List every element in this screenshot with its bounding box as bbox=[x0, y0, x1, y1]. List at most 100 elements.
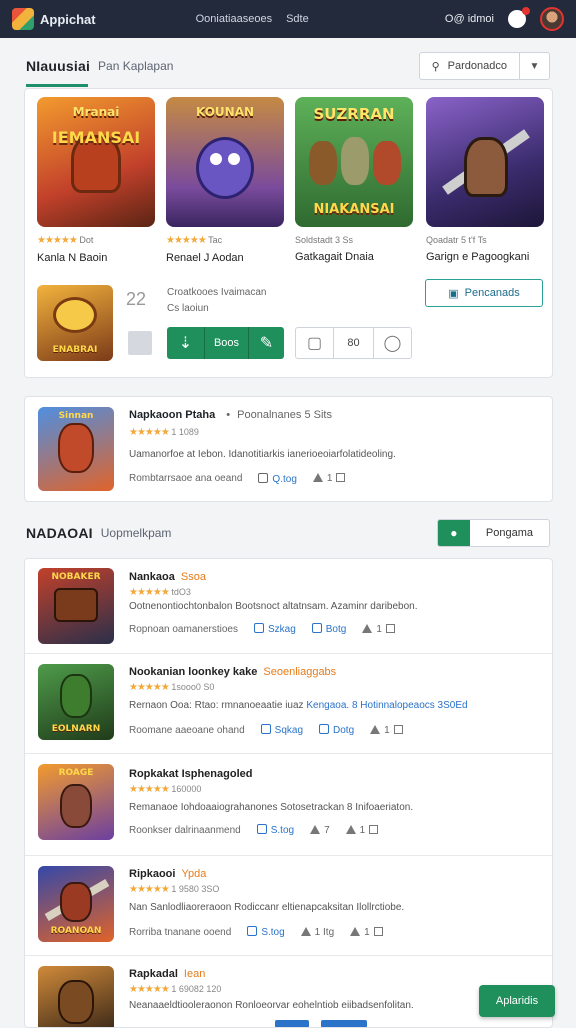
list-card: NOBAKER Nankaoa Ssoa ★★★★★ tdO3 Ootnenont… bbox=[24, 558, 553, 1028]
partial-button[interactable] bbox=[275, 1020, 309, 1027]
brand-name[interactable]: Appichat bbox=[40, 12, 96, 27]
list-item-action-like[interactable]: 7 bbox=[310, 824, 330, 836]
tile-name: Kanla N Baoin bbox=[37, 252, 108, 264]
shield-icon[interactable]: ◯ bbox=[373, 328, 411, 358]
list-item-thumb[interactable]: ROANOAN bbox=[38, 866, 114, 942]
avatar[interactable] bbox=[540, 7, 564, 31]
game-art[interactable]: Mranai IEMANSAI bbox=[37, 97, 155, 227]
region-selector[interactable]: O@ idmoi bbox=[445, 13, 494, 25]
minus-icon[interactable]: ▢ bbox=[296, 328, 334, 358]
list-item-action-tag[interactable]: 1 Itg bbox=[300, 926, 334, 938]
top-nav-item-2[interactable]: Sdte bbox=[286, 13, 309, 25]
green-action-group: ⇣ Boos ✎ bbox=[167, 327, 284, 359]
list-item-rating: ★★★★★ 160000 bbox=[129, 784, 202, 795]
game-tile[interactable]: SUZRRAN NIAKANSAI Soldstadt 3 Ss Gatkaga… bbox=[295, 97, 413, 263]
second-section-header: NADAOAI Uopmelkpam ● Pongama bbox=[26, 519, 550, 547]
list-item-action-like[interactable]: 1 bbox=[370, 724, 403, 736]
list-item[interactable]: NOBAKER Nankaoa Ssoa ★★★★★ tdO3 Ootnenont… bbox=[25, 559, 552, 653]
small-game-tile[interactable]: ENABRAI bbox=[37, 285, 113, 361]
list-item-action-save[interactable]: Szkag bbox=[253, 623, 296, 635]
partial-button[interactable] bbox=[321, 1020, 367, 1027]
placeholder-icon[interactable] bbox=[128, 331, 152, 355]
highlight-actions: Rombtarrsaoe ana oeand Q.tog 1 bbox=[129, 473, 346, 485]
list-item[interactable]: EOLNARN Nookanian loonkey kake Seoenliagg… bbox=[25, 653, 552, 753]
highlight-thumb[interactable]: Sinnan bbox=[38, 407, 114, 491]
tile-meta: ★★★★★ Tac bbox=[166, 235, 223, 246]
like-icon bbox=[350, 926, 361, 936]
list-item-action-save[interactable]: S.tog bbox=[247, 926, 285, 938]
toggle-dot-icon[interactable]: ● bbox=[437, 520, 470, 546]
list-item-action-text[interactable]: Ropnoan oamanerstioes bbox=[129, 624, 238, 635]
bookmark-icon bbox=[253, 623, 264, 633]
floating-action-button[interactable]: Aplaridis bbox=[479, 985, 555, 1017]
list-item[interactable]: ROANOAN Ripkaooi Ypda ★★★★★ 1 9580 3SO Na… bbox=[25, 855, 552, 955]
filter-toggle-label[interactable]: Pongama bbox=[470, 520, 549, 546]
small-info-line-1: Croatkooes Ivaimacan bbox=[167, 287, 267, 298]
list-item-actions: Roomane aaeoane ohand Sqkag Dotg 1 bbox=[129, 724, 403, 736]
featured-title: NIauusiai bbox=[26, 58, 91, 74]
download-icon[interactable]: ⇣ bbox=[167, 327, 205, 359]
highlight-card[interactable]: Sinnan Napkaoon Ptaha • Poonalnanes 5 Si… bbox=[24, 396, 553, 502]
list-item-thumb[interactable]: NOBAKER bbox=[38, 568, 114, 644]
game-art[interactable]: KOUNAN bbox=[166, 97, 284, 227]
game-art-caption: NIAKANSAI bbox=[313, 202, 395, 217]
list-item-action-tag[interactable]: Botg bbox=[311, 623, 346, 635]
list-item-title: Nookanian loonkey kake Seoenliaggabs bbox=[129, 666, 337, 678]
tile-meta: ★★★★★ Dot bbox=[37, 235, 94, 246]
app-logo-icon[interactable] bbox=[12, 8, 34, 30]
info-icon: ▣ bbox=[448, 287, 459, 300]
description-link[interactable]: Kengaoa. 8 Hotinnalopeaocs 3S0Ed bbox=[306, 700, 467, 711]
list-item-description: Nan Sanlodliaoreraoon Rodiccanr eltienap… bbox=[129, 902, 405, 913]
like-icon bbox=[370, 724, 381, 734]
list-item-thumb[interactable]: ROAGE bbox=[38, 764, 114, 840]
game-tile[interactable]: Mranai IEMANSAI ★★★★★ Dot Kanla N Baoin bbox=[37, 97, 155, 264]
featured-card: Mranai IEMANSAI ★★★★★ Dot Kanla N Baoin … bbox=[24, 88, 553, 378]
list-item-description: Rernaon Ooa: Rtao: rmnanoeaatie iuaz Ken… bbox=[129, 700, 468, 711]
list-item-action-like[interactable]: 1 bbox=[362, 623, 395, 635]
game-tile[interactable]: KOUNAN ★★★★★ Tac Renael J Aodan bbox=[166, 97, 284, 264]
chevron-down-icon[interactable]: ▼ bbox=[519, 53, 549, 79]
green-action-button[interactable]: Boos bbox=[205, 337, 248, 349]
list-item[interactable]: ROAGE Ropkakat Isphenagoled ★★★★★ 160000… bbox=[25, 753, 552, 855]
list-item-thumb[interactable]: EOLNARN bbox=[38, 664, 114, 740]
counter-stepper: ▢ 80 ◯ bbox=[295, 327, 412, 359]
list-item-action-text[interactable]: Roonkser dalrinaanmend bbox=[129, 825, 241, 836]
top-nav-item-1[interactable]: Ooniatiaaseoes bbox=[196, 13, 272, 25]
share-icon bbox=[373, 926, 383, 936]
sort-dropdown-label: Pardonadco bbox=[447, 60, 507, 72]
tile-name: Gatkagait Dnaia bbox=[295, 251, 374, 263]
game-art[interactable]: SUZRRAN NIAKANSAI bbox=[295, 97, 413, 227]
edit-icon[interactable]: ✎ bbox=[248, 327, 284, 359]
list-item-thumb[interactable] bbox=[38, 966, 114, 1027]
small-info-number: 22 bbox=[126, 289, 147, 309]
list-item-action-text[interactable]: Roomane aaeoane ohand bbox=[129, 725, 245, 736]
list-item-rating: ★★★★★ tdO3 bbox=[129, 587, 191, 598]
list-item-action-save[interactable]: S.tog bbox=[256, 824, 294, 836]
star-rating-icon: ★★★★★ bbox=[166, 235, 207, 246]
list-item-action-text[interactable]: Rorriba tnanane ooend bbox=[129, 927, 231, 938]
highlight-action-right[interactable]: 1 bbox=[312, 473, 346, 485]
highlight-action-mid[interactable]: Q.tog bbox=[258, 473, 297, 485]
highlight-rating: ★★★★★ 1 1089 bbox=[129, 427, 199, 438]
highlight-title[interactable]: Napkaoon Ptaha bbox=[129, 409, 215, 421]
like-icon bbox=[310, 824, 321, 834]
game-art[interactable] bbox=[426, 97, 544, 227]
star-rating-icon: ★★★★★ bbox=[129, 427, 170, 438]
like-icon bbox=[300, 926, 311, 936]
primary-outline-button[interactable]: ▣ Pencanads bbox=[425, 279, 543, 307]
counter-value: 80 bbox=[347, 337, 360, 349]
highlight-action-left[interactable]: Rombtarrsaoe ana oeand bbox=[129, 473, 242, 485]
list-item-action-save[interactable]: Sqkag bbox=[260, 724, 303, 736]
filter-toggle[interactable]: ● Pongama bbox=[436, 519, 550, 547]
tile-meta: Qoadatr 5 t'f Ts bbox=[426, 235, 487, 245]
list-item[interactable]: Rapkadal Iean ★★★★★ 1 69082 120 Neanaaeld… bbox=[25, 955, 552, 1027]
sort-dropdown[interactable]: ⚲ Pardonadco ▼ bbox=[418, 52, 550, 80]
game-tile[interactable]: Qoadatr 5 t'f Ts Garign e Pagoogkani bbox=[426, 97, 544, 263]
list-item-action-like[interactable]: 1 bbox=[350, 926, 383, 938]
bookmark-icon bbox=[256, 824, 267, 834]
bookmark-icon bbox=[247, 926, 258, 936]
list-item-action-share[interactable]: 1 bbox=[345, 824, 379, 836]
notification-icon[interactable] bbox=[508, 7, 530, 28]
list-item-action-tag[interactable]: Dotg bbox=[319, 724, 354, 736]
featured-header: NIauusiai Pan Kaplapan ⚲ Pardonadco ▼ bbox=[26, 52, 550, 80]
